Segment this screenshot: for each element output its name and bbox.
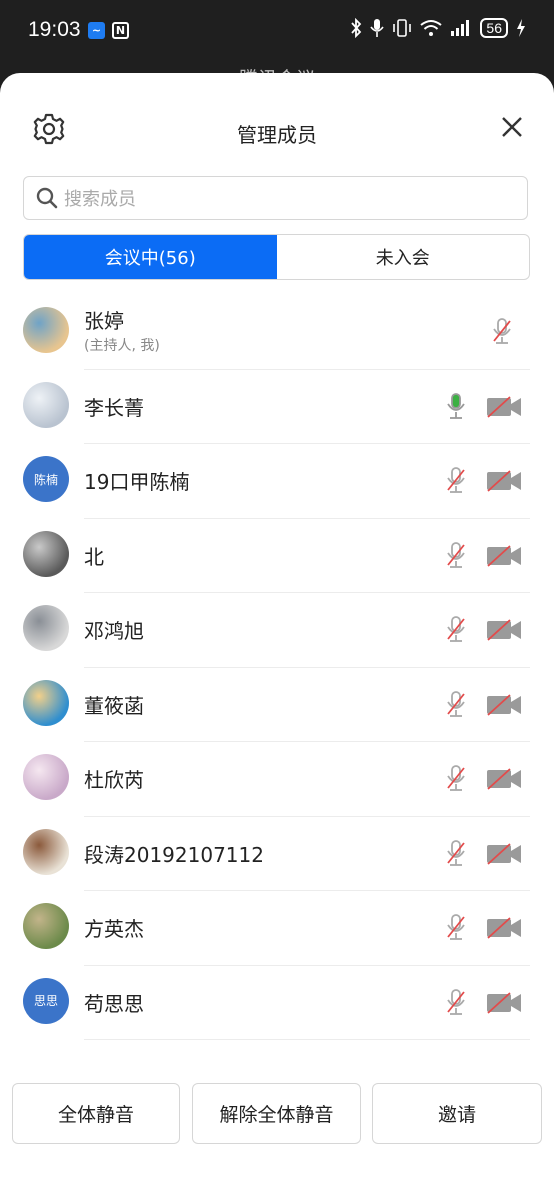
meeting-app-icon: ~: [88, 22, 105, 39]
member-name: 董筱菡: [84, 693, 144, 718]
avatar: 陈楠: [23, 456, 69, 502]
member-row[interactable]: 邓鸿旭: [0, 593, 554, 668]
member-name: 杜欣芮: [84, 768, 144, 792]
camera-off-icon[interactable]: [486, 991, 522, 1014]
unmute-all-button[interactable]: 解除全体静音: [192, 1083, 361, 1144]
avatar: 思思: [23, 977, 69, 1024]
member-name: 苟思思: [84, 991, 144, 1016]
member-row[interactable]: 方英杰: [0, 891, 554, 966]
nfc-icon: N: [112, 22, 129, 39]
avatar: [23, 605, 69, 651]
page-title: 管理成员: [237, 123, 317, 147]
member-row[interactable]: 董筱菡: [0, 668, 554, 742]
vibrate-icon: [393, 19, 412, 37]
avatar: [23, 903, 69, 949]
bottom-action-bar: 全体静音 解除全体静音 邀请: [0, 1080, 554, 1195]
camera-off-icon[interactable]: [486, 768, 522, 790]
mute-all-button[interactable]: 全体静音: [12, 1083, 180, 1144]
avatar: [23, 679, 69, 726]
battery-icon: 56: [480, 18, 508, 38]
wifi-icon: [420, 20, 443, 36]
camera-off-icon[interactable]: [486, 917, 522, 939]
signal-icon: [451, 20, 470, 36]
search-input[interactable]: 搜索成员: [23, 176, 528, 220]
invite-button[interactable]: 邀请: [372, 1083, 542, 1144]
member-name: 李长菁: [84, 395, 144, 420]
status-bar: 19:03 ~ N 56: [0, 0, 554, 66]
divider: [84, 1039, 530, 1040]
member-row[interactable]: 陈楠 19口甲陈楠: [0, 444, 554, 519]
camera-off-icon[interactable]: [486, 470, 522, 492]
status-time: 19:03: [28, 18, 81, 41]
member-row[interactable]: 思思 苟思思: [0, 966, 554, 1040]
bluetooth-icon: [351, 18, 362, 38]
tab-not-joined[interactable]: 未入会: [277, 235, 530, 279]
camera-off-icon[interactable]: [486, 619, 522, 641]
search-placeholder: 搜索成员: [64, 189, 136, 210]
member-row[interactable]: 杜欣芮: [0, 742, 554, 817]
mic-muted-icon[interactable]: [444, 764, 468, 792]
camera-off-icon[interactable]: [486, 693, 522, 716]
charging-icon: [517, 19, 525, 37]
member-name: 北: [84, 544, 104, 569]
avatar: [23, 754, 69, 800]
member-list[interactable]: 张婷 (主持人, 我) 李长菁陈楠 19口甲陈楠北邓鸿旭董筱菡杜欣芮段涛2019210…: [0, 295, 554, 1060]
member-name: 邓鸿旭: [84, 619, 144, 643]
member-name: 方英杰: [84, 917, 144, 941]
member-name: 段涛20192107112: [84, 842, 264, 867]
search-icon: [36, 187, 58, 209]
member-role: (主持人, 我): [84, 338, 160, 354]
mic-muted-icon[interactable]: [490, 317, 514, 345]
member-row[interactable]: 张婷 (主持人, 我): [0, 295, 554, 370]
mic-muted-icon[interactable]: [444, 466, 468, 494]
mic-muted-icon[interactable]: [444, 541, 468, 569]
mic-muted-icon[interactable]: [444, 690, 468, 718]
member-row[interactable]: 北: [0, 519, 554, 593]
camera-off-icon[interactable]: [486, 395, 522, 418]
mic-icon: [370, 19, 385, 37]
mic-muted-icon[interactable]: [444, 839, 468, 867]
member-row[interactable]: 段涛20192107112: [0, 817, 554, 891]
status-icons: 56: [350, 18, 526, 38]
avatar: [23, 381, 69, 428]
mic-muted-icon[interactable]: [444, 913, 468, 941]
avatar: [23, 530, 69, 577]
camera-off-icon[interactable]: [486, 842, 522, 865]
avatar: [23, 307, 69, 353]
member-name: 张婷: [84, 309, 124, 333]
mic-icon[interactable]: [444, 392, 468, 420]
mic-muted-icon[interactable]: [444, 615, 468, 643]
manage-members-sheet: 管理成员 搜索成员 会议中(56) 未入会 张婷 (主持人, 我) 李长菁陈楠 19口…: [0, 73, 554, 1195]
camera-off-icon[interactable]: [486, 544, 522, 567]
avatar: [23, 828, 69, 875]
member-name: 19口甲陈楠: [84, 470, 190, 494]
member-tabs: 会议中(56) 未入会: [23, 234, 530, 280]
tab-in-meeting[interactable]: 会议中(56): [24, 235, 277, 279]
member-row[interactable]: 李长菁: [0, 370, 554, 444]
close-icon[interactable]: [500, 115, 524, 139]
mic-muted-icon[interactable]: [444, 988, 468, 1016]
